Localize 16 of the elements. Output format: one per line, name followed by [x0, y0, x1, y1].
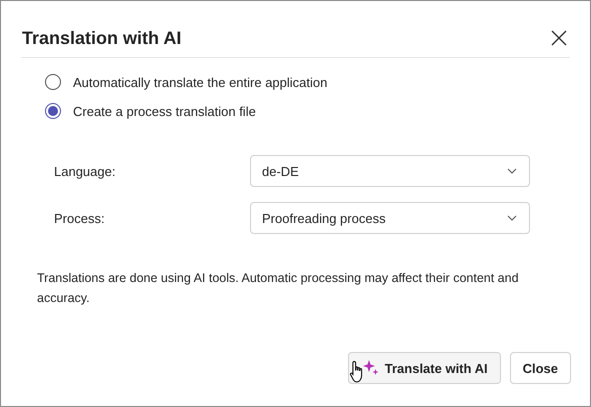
dropdown[interactable]: de-DE: [250, 155, 530, 187]
radio-label: Automatically translate the entire application: [73, 74, 328, 90]
radio-button[interactable]: [45, 103, 61, 119]
chevron-down-icon: [507, 168, 517, 174]
close-icon[interactable]: [550, 29, 568, 47]
dialog-title: Translation with AI: [22, 28, 182, 48]
chevron-down-icon: [507, 215, 517, 221]
translate-button[interactable]: Translate with AI: [348, 352, 501, 384]
sparkle-icon: [362, 360, 379, 376]
info-text: Translations are done using AI tools. Automatic processing may affect their content and accuracy.: [37, 270, 520, 307]
close-button[interactable]: Close: [510, 352, 571, 384]
radio-button[interactable]: [45, 74, 61, 90]
field-label: Language:: [54, 164, 116, 178]
radio-label: Create a process translation file: [73, 104, 256, 118]
field-label: Process:: [54, 210, 106, 226]
dropdown[interactable]: Proofreading process: [250, 202, 530, 234]
